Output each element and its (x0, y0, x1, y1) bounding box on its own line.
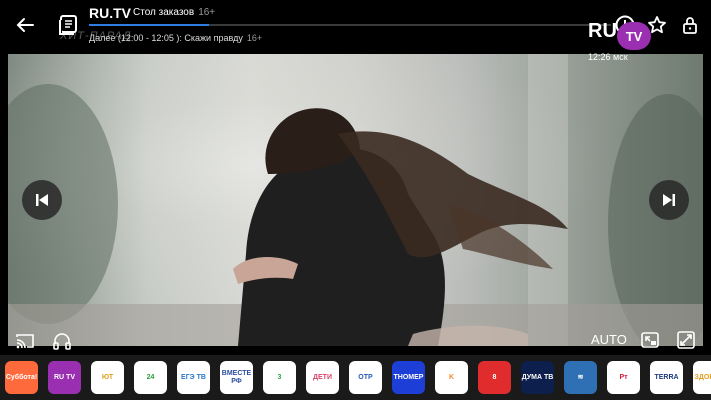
channel-name: RU.TV (89, 5, 131, 21)
channel-tile[interactable]: ОТР (349, 361, 382, 394)
picture-in-picture-icon[interactable] (639, 329, 661, 351)
next-program-label: Далее (12:00 - 12:05 ): Скажи правду (89, 33, 243, 43)
program-progress-fill (89, 24, 210, 26)
program-age-rating: 16+ (198, 7, 216, 18)
current-program: Стол заказов 16+ (133, 7, 215, 18)
channel-tile[interactable]: ТНОМЕР (392, 361, 425, 394)
channel-tile[interactable]: 24 (134, 361, 167, 394)
video-frame-image (8, 54, 703, 346)
channel-tile[interactable]: Субботa! (5, 361, 38, 394)
channel-tile[interactable]: ВМЕСТЕ РФ (220, 361, 253, 394)
skip-next-icon[interactable] (649, 180, 689, 220)
channel-tile[interactable]: ЮТ (91, 361, 124, 394)
cast-icon[interactable] (13, 330, 37, 352)
program-title: Стол заказов (133, 7, 195, 18)
video-player[interactable] (8, 54, 703, 350)
channel-tile[interactable]: TERRA (650, 361, 683, 394)
fullscreen-icon[interactable] (675, 329, 697, 351)
channel-tile[interactable]: ЗДОРОВ (693, 361, 711, 394)
next-program: Далее (12:00 - 12:05 ): Скажи правду 16+ (89, 33, 262, 43)
channel-tile[interactable]: 3 (263, 361, 296, 394)
channel-tile[interactable]: ДУМА ТВ (521, 361, 554, 394)
channel-tile[interactable]: 8 (478, 361, 511, 394)
lock-icon[interactable] (678, 13, 702, 37)
channel-logo-ru: RU (588, 20, 617, 42)
channel-tile[interactable]: ЕГЭ ТВ (177, 361, 210, 394)
broadcast-clock: 12:26 мск (588, 52, 628, 62)
channel-strip: Субботa! RU TV ЮТ 24 ЕГЭ ТВ ВМЕСТЕ РФ 3 ДЕТИ ОТР… (0, 355, 711, 400)
headphones-icon[interactable] (50, 330, 74, 352)
skip-previous-icon[interactable] (22, 180, 62, 220)
channel-tile[interactable]: Рт (607, 361, 640, 394)
quality-selector[interactable]: AUTO (591, 332, 627, 347)
top-bar: RU.TV Стол заказов 16+ ХИТ-ПАРАД Далее (1… (0, 0, 711, 52)
channel-logo-tv: TV (617, 22, 651, 50)
program-progress-bar (89, 24, 611, 26)
arrow-left-icon[interactable] (12, 12, 38, 38)
channel-tile[interactable]: RU TV (48, 361, 81, 394)
channel-tile[interactable]: ДЕТИ (306, 361, 339, 394)
channel-tile[interactable]: K (435, 361, 468, 394)
next-program-age-rating: 16+ (246, 33, 263, 43)
channel-tile[interactable]: ≋ (564, 361, 597, 394)
